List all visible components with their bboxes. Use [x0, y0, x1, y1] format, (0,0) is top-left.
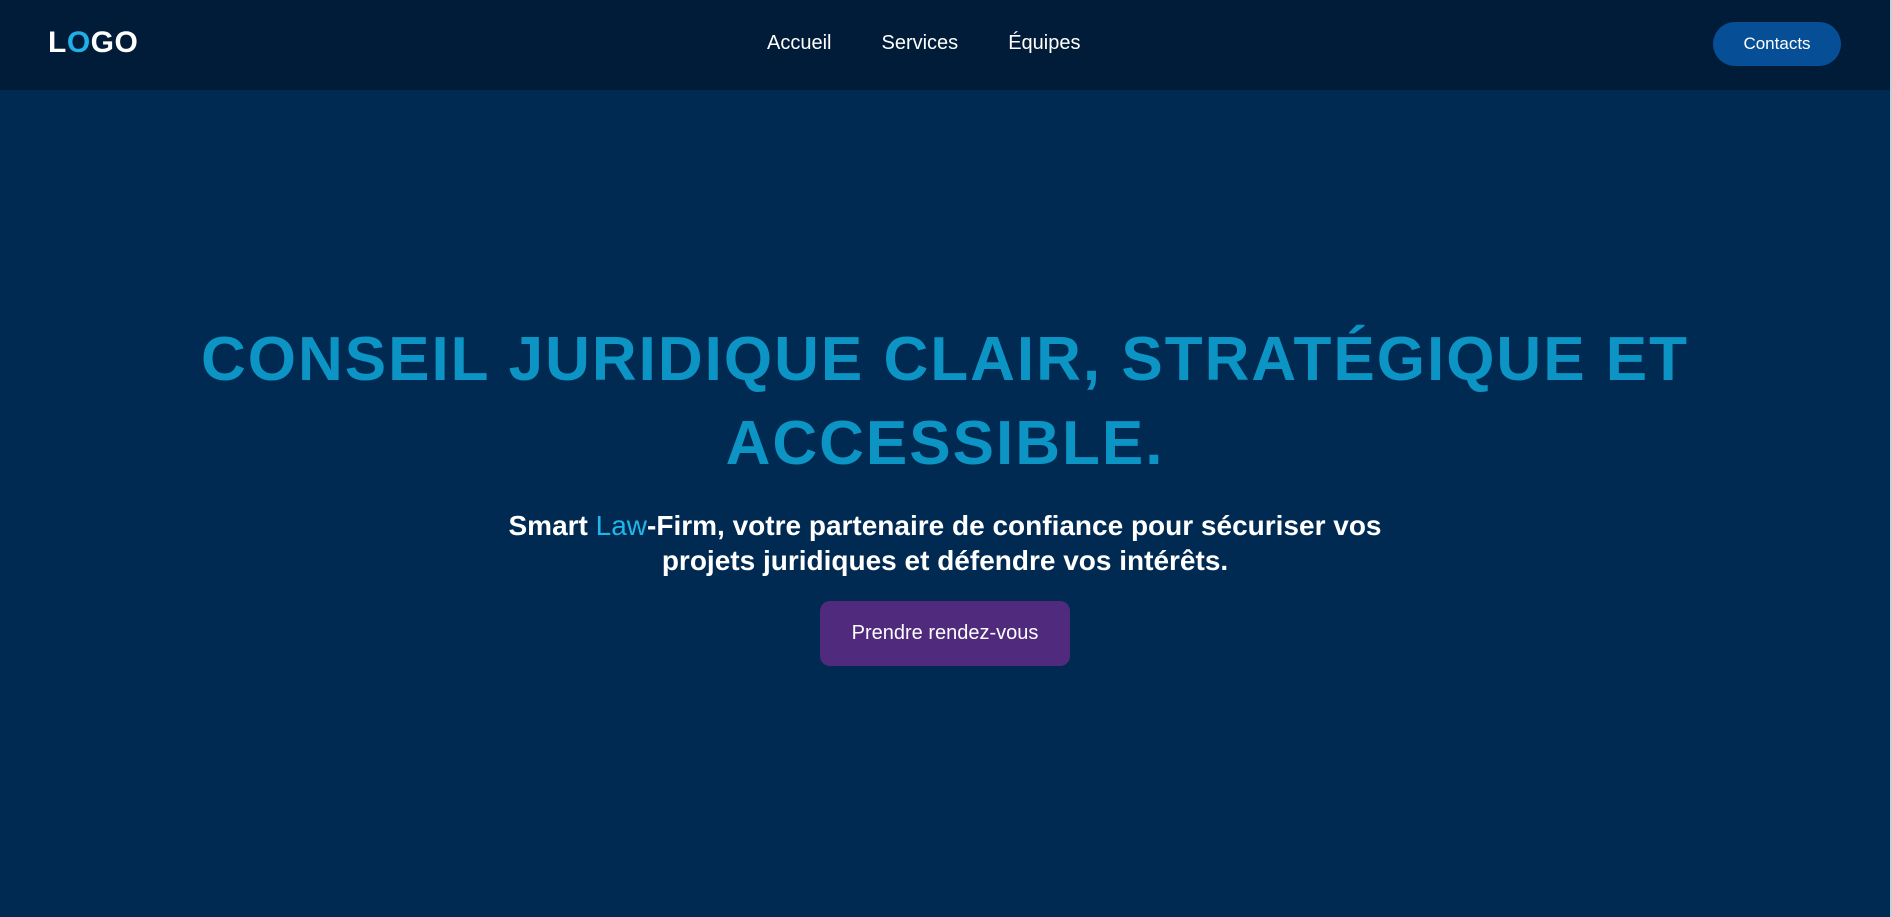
subtitle-highlight: Law — [595, 510, 648, 541]
nav-item-services[interactable]: Services — [881, 31, 958, 55]
nav-item-equipes[interactable]: Équipes — [1008, 31, 1080, 55]
logo-letter-o: O — [66, 26, 91, 59]
subtitle-part1: Smart — [508, 510, 596, 541]
appointment-button[interactable]: Prendre rendez-vous — [820, 601, 1070, 666]
top-navbar: LOGO Accueil Services Équipes Contacts — [0, 0, 1892, 90]
logo-letter-l: L — [48, 26, 67, 59]
hero-title: CONSEIL JURIDIQUE CLAIR, STRATÉGIQUE ET … — [200, 325, 1690, 478]
contacts-button[interactable]: Contacts — [1713, 22, 1841, 66]
logo-letters-go: GO — [90, 26, 139, 59]
logo[interactable]: LOGO — [48, 26, 138, 60]
hero-subtitle: Smart Law-Firm, votre partenaire de conf… — [470, 508, 1420, 578]
subtitle-part2: -Firm, votre partenaire de confiance pou… — [647, 510, 1382, 576]
nav-item-accueil[interactable]: Accueil — [767, 31, 831, 55]
main-nav: Accueil Services Équipes — [767, 31, 1130, 55]
